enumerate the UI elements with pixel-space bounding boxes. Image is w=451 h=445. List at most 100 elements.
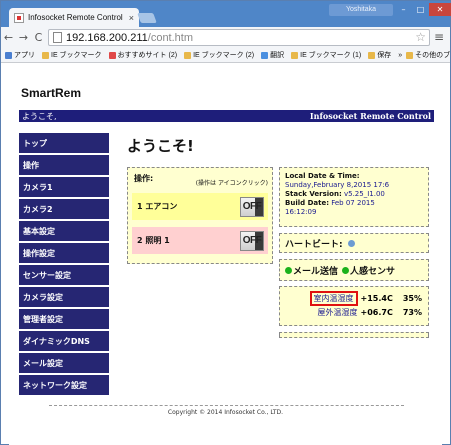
copyright-text: Copyright © 2014 Infosocket Co., LTD. — [167, 409, 284, 416]
back-arrow-icon[interactable]: ← — [1, 31, 16, 44]
bookmark-item[interactable]: 翻訳 — [261, 50, 284, 60]
bookmark-label: アプリ — [14, 52, 35, 59]
window-controls: – □ ✕ — [395, 3, 451, 16]
user-profile-badge[interactable]: Yoshitaka — [329, 4, 393, 16]
browser-window: Infosocket Remote Control × Yoshitaka – … — [0, 0, 451, 445]
sidebar-item-admin-settings[interactable]: 管理者設定 — [19, 309, 109, 329]
other-bookmarks-label: その他のブックマーク — [415, 52, 450, 59]
web-page: SmartRem ようこそ, Infosocket Remote Control… — [9, 63, 442, 445]
maximize-button[interactable]: □ — [412, 3, 429, 16]
bookmark-item[interactable]: IE ブックマーク (2) — [184, 50, 254, 60]
mail-status-icon — [285, 266, 292, 274]
footer-divider — [49, 405, 404, 406]
operation-hint: (操作は アイコンクリック) — [195, 180, 268, 187]
sensor-row: 屋外温湿度 +06.7C 73% — [318, 307, 422, 318]
bookmark-label: おすすめサイト (2) — [117, 52, 178, 59]
sidebar-item-camera-settings[interactable]: カメラ設定 — [19, 287, 109, 307]
sensor-label[interactable]: 屋外温湿度 — [318, 307, 358, 318]
status-panel: メール送信 人感センサ — [279, 259, 429, 281]
folder-icon — [368, 51, 376, 59]
sensor-label[interactable]: 室内温湿度 — [309, 291, 358, 306]
translate-icon — [261, 51, 269, 59]
device-name: 1 エアコン — [137, 202, 178, 211]
device-row: 1 エアコン OFF — [132, 193, 268, 220]
sidebar-item-dynamic-dns[interactable]: ダイナミックDNS — [19, 331, 109, 351]
page-icon — [53, 32, 62, 43]
browser-toolbar: ← → C 192.168.200.211/cont.htm ☆ ≡ — [1, 27, 450, 48]
sidebar-item-camera2[interactable]: カメラ2 — [19, 199, 109, 219]
mail-status-label: メール送信 — [293, 266, 339, 277]
folder-icon — [406, 51, 414, 59]
tab-title: Infosocket Remote Control — [28, 13, 123, 22]
url-host: 192.168.200.211 — [66, 31, 148, 44]
empty-panel — [279, 332, 429, 338]
device-name: 2 照明 1 — [137, 236, 170, 245]
motion-status-icon — [342, 266, 350, 274]
bookmark-label: IE ブックマーク (2) — [193, 52, 255, 59]
forward-arrow-icon[interactable]: → — [16, 31, 31, 44]
sidebar-item-operation-settings[interactable]: 操作設定 — [19, 243, 109, 263]
bookmark-item[interactable]: 保存 — [368, 50, 391, 60]
bookmark-label: 保存 — [377, 52, 392, 59]
address-bar[interactable]: 192.168.200.211/cont.htm ☆ — [48, 29, 430, 46]
sidebar-item-operation[interactable]: 操作 — [19, 155, 109, 175]
operation-panel: 操作: (操作は アイコンクリック) 1 エアコン OFF 2 照明 1 OFF — [127, 167, 273, 264]
sensor-row: 室内温湿度 +15.4C 35% — [309, 291, 422, 306]
system-info-panel: Local Date & Time: Sunday,February 8,201… — [279, 167, 429, 227]
build-value: Feb 07 2015 — [331, 199, 375, 207]
sidebar-item-top[interactable]: トップ — [19, 133, 109, 153]
url-path: /cont.htm — [147, 31, 194, 44]
stack-value: v5.25_I1.00 — [343, 190, 385, 198]
bookmark-item[interactable]: IE ブックマーク (1) — [291, 50, 361, 60]
site-icon — [108, 51, 116, 59]
operation-label: 操作: — [134, 174, 154, 183]
folder-icon — [291, 51, 299, 59]
brand-text: Infosocket Remote Control — [309, 111, 431, 121]
bookmark-label: IE ブックマーク (1) — [300, 52, 362, 59]
sensor-temperature: +15.4C — [360, 294, 393, 303]
date-value: Sunday,February 8,2015 17:6 — [285, 181, 390, 189]
bookmark-star-icon[interactable]: ☆ — [415, 30, 426, 44]
sidebar-item-camera1[interactable]: カメラ1 — [19, 177, 109, 197]
close-window-button[interactable]: ✕ — [429, 3, 451, 16]
bookmark-item[interactable]: おすすめサイト (2) — [108, 50, 178, 60]
browser-tab[interactable]: Infosocket Remote Control × — [9, 8, 139, 27]
header-bar: ようこそ, Infosocket Remote Control — [19, 110, 434, 122]
bookmark-item[interactable]: IE ブックマーク — [42, 50, 102, 60]
heartbeat-indicator-icon — [347, 239, 355, 247]
sidebar-item-mail-settings[interactable]: メール設定 — [19, 353, 109, 373]
new-tab-button[interactable] — [137, 13, 157, 23]
bookmark-item[interactable]: アプリ — [5, 50, 35, 60]
page-favicon-icon — [14, 12, 24, 23]
build-time: 16:12:09 — [285, 208, 317, 216]
date-label: Local Date & Time: — [285, 172, 360, 180]
power-toggle-button[interactable]: OFF — [240, 230, 264, 251]
heartbeat-panel: ハートビート: — [279, 233, 429, 253]
sensor-humidity: 73% — [402, 308, 422, 317]
sidebar-menu: トップ 操作 カメラ1 カメラ2 基本設定 操作設定 センサー設定 カメラ設定 … — [19, 133, 109, 397]
menu-icon[interactable]: ≡ — [434, 30, 444, 44]
stack-label: Stack Version: — [285, 190, 342, 198]
build-label: Build Date: — [285, 199, 329, 207]
sensor-panel: 室内温湿度 +15.4C 35% 屋外温湿度 +06.7C 73% — [279, 286, 429, 326]
sidebar-item-network-settings[interactable]: ネットワーク設定 — [19, 375, 109, 395]
sidebar-item-basic-settings[interactable]: 基本設定 — [19, 221, 109, 241]
sensor-temperature: +06.7C — [360, 308, 393, 317]
folder-icon — [42, 51, 49, 59]
power-toggle-button[interactable]: OFF — [240, 196, 264, 217]
bookmarks-bar: アプリ IE ブックマーク おすすめサイト (2) IE ブックマーク (2) … — [1, 48, 450, 63]
sidebar-item-sensor-settings[interactable]: センサー設定 — [19, 265, 109, 285]
apps-icon — [5, 51, 12, 59]
tab-close-icon[interactable]: × — [129, 13, 134, 23]
more-bookmarks-icon[interactable]: » — [398, 52, 402, 59]
title-bar: Infosocket Remote Control × Yoshitaka – … — [1, 1, 451, 27]
other-bookmarks[interactable]: その他のブックマーク — [406, 50, 450, 60]
motion-status-label: 人感センサ — [350, 266, 396, 277]
site-title: SmartRem — [21, 86, 82, 100]
heartbeat-label: ハートビート: — [285, 239, 343, 250]
reload-icon[interactable]: C — [31, 31, 46, 44]
bookmark-label: 翻訳 — [270, 52, 285, 59]
page-title: ようこそ! — [127, 137, 194, 155]
folder-icon — [184, 51, 192, 59]
minimize-button[interactable]: – — [395, 3, 412, 16]
